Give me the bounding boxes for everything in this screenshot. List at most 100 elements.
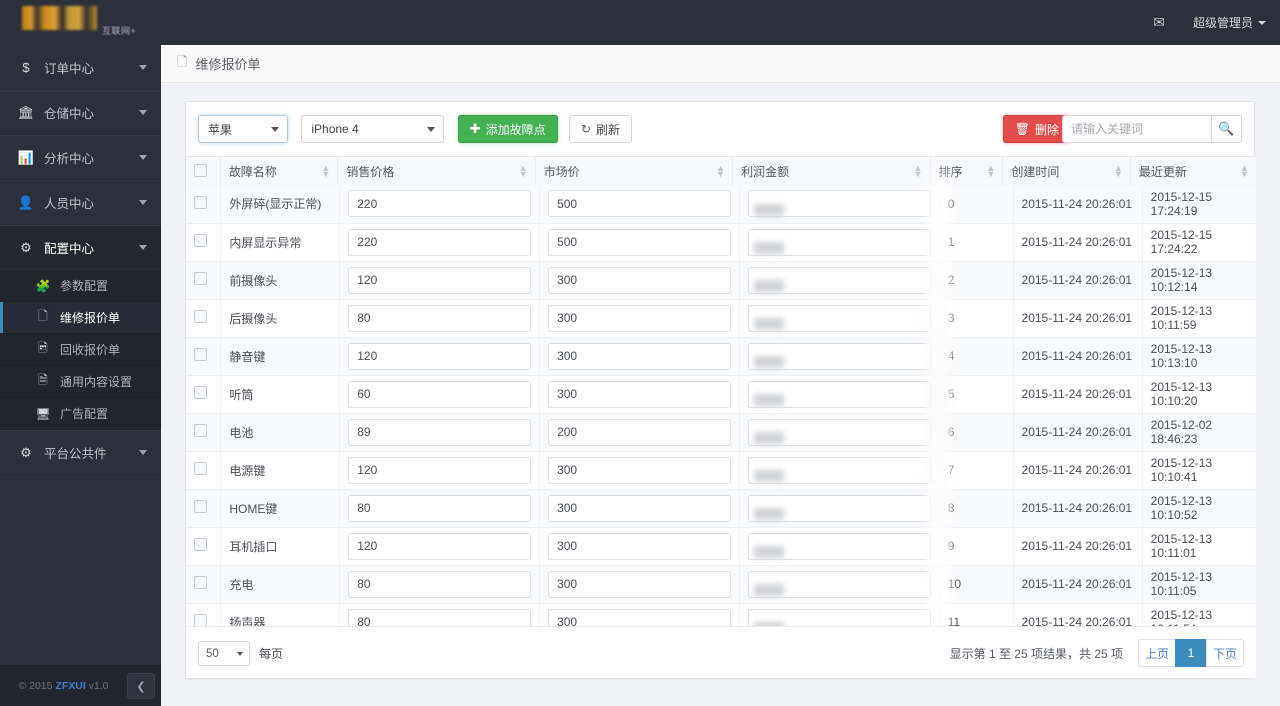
row-select-cell[interactable] — [186, 223, 222, 262]
profit-amount-input[interactable] — [747, 228, 931, 256]
brand-area[interactable]: 互联网+ — [0, 0, 161, 45]
select-all-checkbox[interactable] — [194, 163, 207, 177]
sale-price-input[interactable] — [348, 342, 532, 370]
model-select[interactable]: iPhone 4 — [301, 115, 445, 143]
profit-amount-input[interactable] — [747, 532, 931, 560]
market-price-input[interactable] — [548, 342, 731, 370]
row-select-cell[interactable] — [186, 527, 222, 566]
sidebar-collapse-button[interactable]: ❮ — [127, 673, 155, 699]
market-price-input[interactable] — [548, 532, 731, 560]
column-header-market[interactable]: 市场价 ▲ ▼ — [535, 157, 734, 186]
messages-button[interactable]: ✉ — [1139, 0, 1179, 45]
search-button[interactable]: 🔍 — [1211, 115, 1242, 143]
table-row[interactable]: 电源键 72015-11-24 20:26:012015-12-13 10:10:… — [186, 451, 1256, 490]
column-header-price[interactable]: 销售价格 ▲ ▼ — [337, 157, 536, 186]
table-row[interactable]: 耳机插口 92015-11-24 20:26:012015-12-13 10:11… — [186, 527, 1256, 566]
column-header-profit[interactable]: 利润金额 ▲ ▼ — [732, 157, 931, 186]
row-checkbox[interactable] — [194, 348, 207, 361]
sidebar-item-configuration[interactable]: ⚙ 配置中心 — [0, 225, 161, 270]
sale-price-input[interactable] — [348, 494, 532, 522]
pagination-next[interactable]: 下页 — [1206, 639, 1244, 667]
table-row[interactable]: HOME键 82015-11-24 20:26:012015-12-13 10:1… — [186, 489, 1256, 528]
row-select-cell[interactable] — [186, 451, 222, 490]
profit-amount-input[interactable] — [747, 304, 931, 332]
delete-button[interactable]: 🗑 删除 — [1002, 115, 1071, 143]
row-select-cell[interactable] — [186, 375, 222, 414]
column-header-updated[interactable]: 最近更新 ▲ ▼ — [1130, 157, 1256, 186]
market-price-input[interactable] — [548, 228, 731, 256]
market-price-input[interactable] — [548, 380, 731, 408]
row-checkbox[interactable] — [194, 195, 207, 209]
sale-price-input[interactable] — [348, 304, 532, 332]
market-price-input[interactable] — [548, 190, 731, 218]
sidebar-item-analytics[interactable]: 📊 分析中心 — [0, 135, 161, 180]
row-checkbox[interactable] — [194, 538, 207, 551]
sidebar-item-repair-quote[interactable]: 🗋 维修报价单 — [0, 302, 161, 334]
sidebar-item-platform-common[interactable]: ⚙ 平台公共件 — [0, 430, 161, 475]
table-row[interactable]: 电池 62015-11-24 20:26:012015-12-02 18:46:2… — [186, 413, 1256, 452]
column-header-order[interactable]: 排序 ▲ ▼ — [930, 157, 1004, 186]
row-select-cell[interactable] — [186, 261, 222, 300]
sale-price-input[interactable] — [348, 532, 532, 560]
sale-price-input[interactable] — [348, 380, 532, 408]
sale-price-input[interactable] — [348, 456, 532, 484]
sidebar-item-personnel[interactable]: 👤 人员中心 — [0, 180, 161, 225]
sale-price-input[interactable] — [348, 266, 532, 294]
sale-price-input[interactable] — [348, 570, 532, 598]
market-price-input[interactable] — [548, 456, 731, 484]
row-checkbox[interactable] — [194, 462, 207, 475]
user-menu[interactable]: 超级管理员 — [1179, 0, 1280, 45]
table-row[interactable]: 充电 102015-11-24 20:26:012015-12-13 10:11:… — [186, 565, 1256, 604]
row-select-cell[interactable] — [186, 413, 222, 452]
row-checkbox[interactable] — [194, 386, 207, 399]
profit-amount-input[interactable] — [747, 190, 931, 218]
table-row[interactable]: 听筒 52015-11-24 20:26:012015-12-13 10:10:2… — [186, 375, 1256, 414]
profit-amount-input[interactable] — [747, 494, 931, 522]
row-checkbox[interactable] — [194, 424, 207, 437]
column-header-name[interactable]: 故障名称 ▲ ▼ — [220, 157, 339, 186]
sale-price-input[interactable] — [348, 418, 532, 446]
column-header-created[interactable]: 创建时间 ▲ ▼ — [1002, 157, 1131, 186]
per-page-select[interactable]: 50 — [198, 641, 250, 666]
profit-amount-input[interactable] — [747, 380, 931, 408]
row-select-cell[interactable] — [186, 565, 222, 604]
sidebar-item-ad-config[interactable]: 🖥 广告配置 — [0, 398, 161, 430]
profit-amount-input[interactable] — [747, 266, 931, 294]
sidebar-item-orders[interactable]: $ 订单中心 — [0, 45, 161, 90]
table-row[interactable]: 前摄像头 22015-11-24 20:26:012015-12-13 10:12… — [186, 261, 1256, 300]
table-row[interactable]: 外屏碎(显示正常) 02015-11-24 20:26:012015-12-15 … — [186, 185, 1256, 224]
table-body-scroll[interactable]: 外屏碎(显示正常)02015-11-24 20:26:012015-12-15 … — [186, 185, 1256, 645]
row-checkbox[interactable] — [194, 272, 207, 285]
select-all-header[interactable] — [186, 157, 221, 186]
row-select-cell[interactable] — [186, 337, 222, 376]
row-checkbox[interactable] — [194, 576, 207, 589]
profit-amount-input[interactable] — [747, 342, 931, 370]
brand-select[interactable]: 苹果 — [198, 115, 288, 143]
row-checkbox[interactable] — [194, 234, 207, 247]
row-checkbox[interactable] — [194, 500, 207, 513]
refresh-button[interactable]: ↻ 刷新 — [568, 115, 633, 143]
pagination-page-1[interactable]: 1 — [1175, 639, 1207, 667]
market-price-input[interactable] — [548, 418, 731, 446]
row-checkbox[interactable] — [194, 310, 207, 323]
sidebar-item-warehouse[interactable]: 🏛 仓储中心 — [0, 90, 161, 135]
row-select-cell[interactable] — [186, 299, 222, 338]
sale-price-input[interactable] — [348, 190, 532, 218]
row-select-cell[interactable] — [186, 185, 222, 224]
sidebar-item-parameter-config[interactable]: 🧩 参数配置 — [0, 270, 161, 302]
profit-amount-input[interactable] — [747, 456, 931, 484]
add-fault-point-button[interactable]: ✚ 添加故障点 — [457, 115, 558, 143]
pagination-prev[interactable]: 上页 — [1138, 639, 1176, 667]
table-row[interactable]: 内屏显示异常 12015-11-24 20:26:012015-12-15 17:… — [186, 223, 1256, 262]
sidebar-item-general-content[interactable]: 🗎 通用内容设置 — [0, 366, 161, 398]
profit-amount-input[interactable] — [747, 418, 931, 446]
market-price-input[interactable] — [548, 304, 731, 332]
sidebar-item-recycle-quote[interactable]: 🖻 回收报价单 — [0, 334, 161, 366]
search-input[interactable] — [1062, 115, 1211, 143]
sale-price-input[interactable] — [348, 228, 532, 256]
market-price-input[interactable] — [548, 494, 731, 522]
profit-amount-input[interactable] — [747, 570, 931, 598]
market-price-input[interactable] — [548, 266, 731, 294]
row-select-cell[interactable] — [186, 489, 222, 528]
market-price-input[interactable] — [548, 570, 731, 598]
